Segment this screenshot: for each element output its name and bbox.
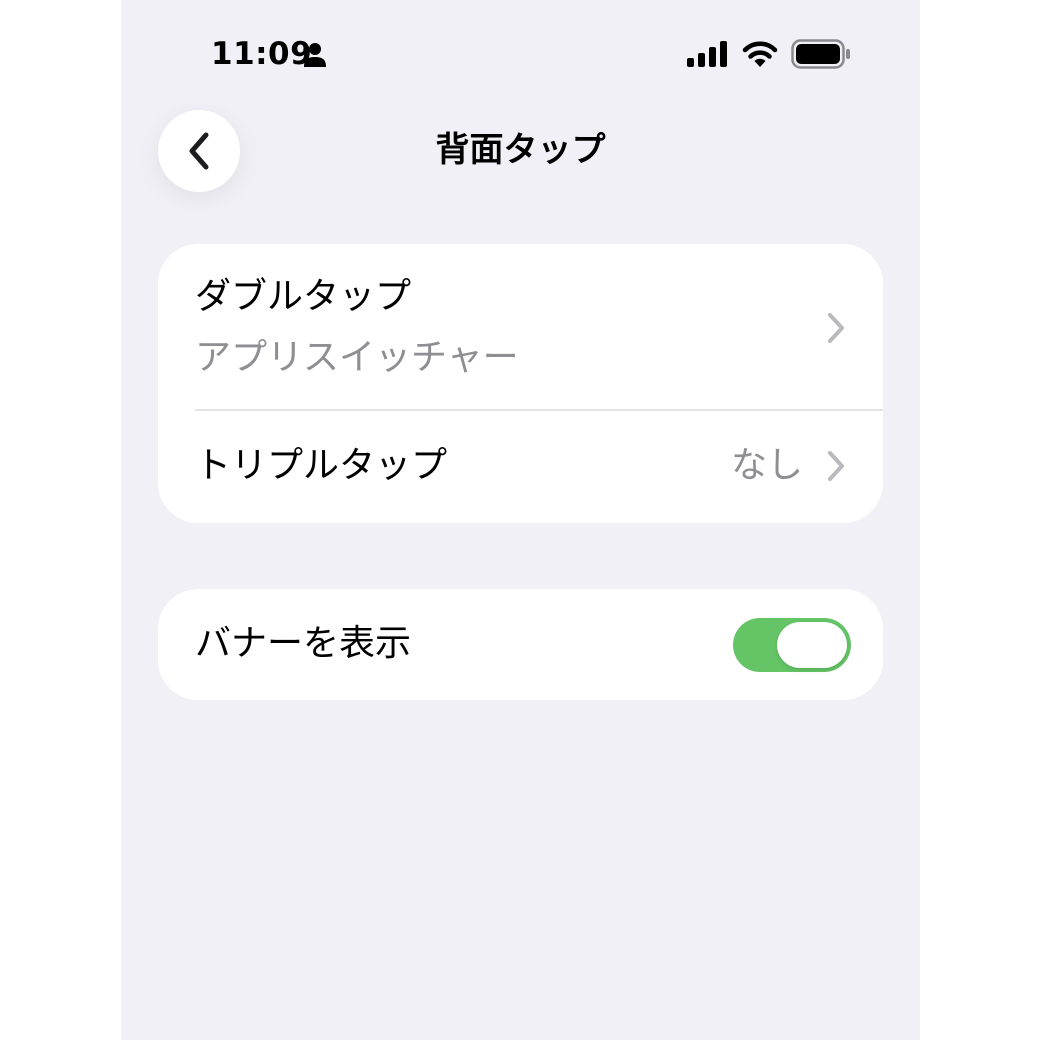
triple-tap-row[interactable]: トリプルタップ なし — [158, 410, 883, 523]
tap-actions-group: ダブルタップ アプリスイッチャー トリプルタップ なし — [158, 244, 883, 523]
status-time: 11:09 — [211, 36, 313, 72]
battery-icon — [791, 39, 850, 69]
triple-tap-label: トリプルタップ — [195, 445, 448, 486]
show-banner-toggle[interactable] — [733, 618, 851, 672]
page-title: 背面タップ — [435, 130, 606, 170]
double-tap-row[interactable]: ダブルタップ アプリスイッチャー — [158, 244, 883, 410]
wifi-icon — [742, 41, 778, 67]
double-tap-value: アプリスイッチャー — [195, 337, 519, 378]
show-banner-row: バナーを表示 — [158, 589, 883, 700]
person-icon — [304, 43, 326, 67]
toggle-knob — [777, 622, 847, 668]
chevron-right-icon — [828, 451, 844, 481]
status-bar: 11:09 — [121, 0, 920, 110]
triple-tap-value: なし — [730, 445, 803, 486]
double-tap-label: ダブルタップ — [195, 276, 412, 317]
chevron-right-icon — [828, 313, 844, 343]
show-banner-label: バナーを表示 — [195, 623, 412, 664]
settings-screen: 11:09 背面タップ ダブルタップ アプリスイッチャー トリプルタップ なし … — [121, 0, 920, 1040]
screenshot-frame: 11:09 背面タップ ダブルタップ アプリスイッチャー トリプルタップ なし … — [0, 0, 1040, 1040]
cellular-signal-icon — [687, 41, 727, 67]
banner-group: バナーを表示 — [158, 589, 883, 700]
